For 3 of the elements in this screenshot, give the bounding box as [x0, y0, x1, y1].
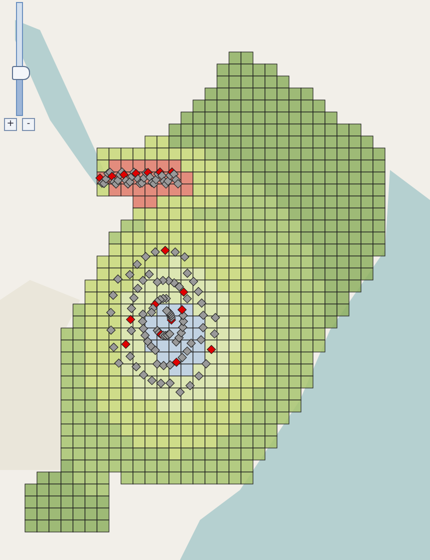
zoom-slider-handle[interactable] [12, 66, 30, 80]
zoom-in-button[interactable]: + [4, 118, 17, 131]
zoom-out-button[interactable]: - [22, 118, 35, 131]
